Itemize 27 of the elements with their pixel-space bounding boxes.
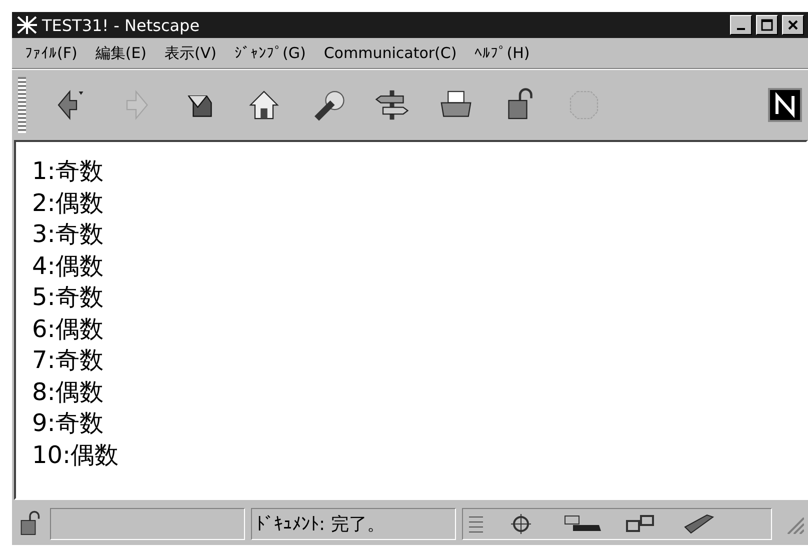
app-icon: [16, 15, 38, 35]
maximize-icon: [761, 19, 773, 31]
menu-item[interactable]: 編集(E): [90, 42, 152, 64]
text-line: 9:奇数: [32, 408, 104, 439]
status-text: ﾄﾞｷｭﾒﾝﾄ: 完了。: [251, 508, 456, 540]
close-icon: [787, 19, 799, 31]
menu-item[interactable]: ｼﾞｬﾝﾌﾟ(G): [230, 42, 311, 64]
window-title: TEST31! - Netscape: [42, 16, 201, 34]
maximize-button[interactable]: [756, 15, 778, 35]
text-line: 10:偶数: [32, 440, 119, 470]
text-line: 4:偶数: [32, 250, 104, 282]
text-line: 8:偶数: [32, 376, 104, 408]
menu-item[interactable]: ﾍﾙﾌﾟ(H): [470, 42, 535, 64]
text-line: 5:奇数: [32, 282, 104, 313]
text-line: 1:奇数: [32, 156, 104, 187]
close-button[interactable]: [782, 15, 804, 35]
minimize-button[interactable]: [730, 15, 752, 35]
text-line: 7:奇数: [32, 345, 104, 376]
menu-item[interactable]: 表示(V): [160, 42, 222, 64]
text-line: 2:偶数: [32, 188, 104, 218]
toolbar-grip[interactable]: [18, 77, 26, 133]
menu-item[interactable]: Communicator(C): [318, 42, 462, 64]
text-line: 3:奇数: [32, 219, 104, 250]
logo-icon: [768, 88, 802, 122]
menu-item[interactable]: ﾌｧｲﾙ(F): [20, 42, 82, 64]
minimize-icon: [737, 28, 745, 30]
text-line: 6:偶数: [32, 314, 104, 344]
